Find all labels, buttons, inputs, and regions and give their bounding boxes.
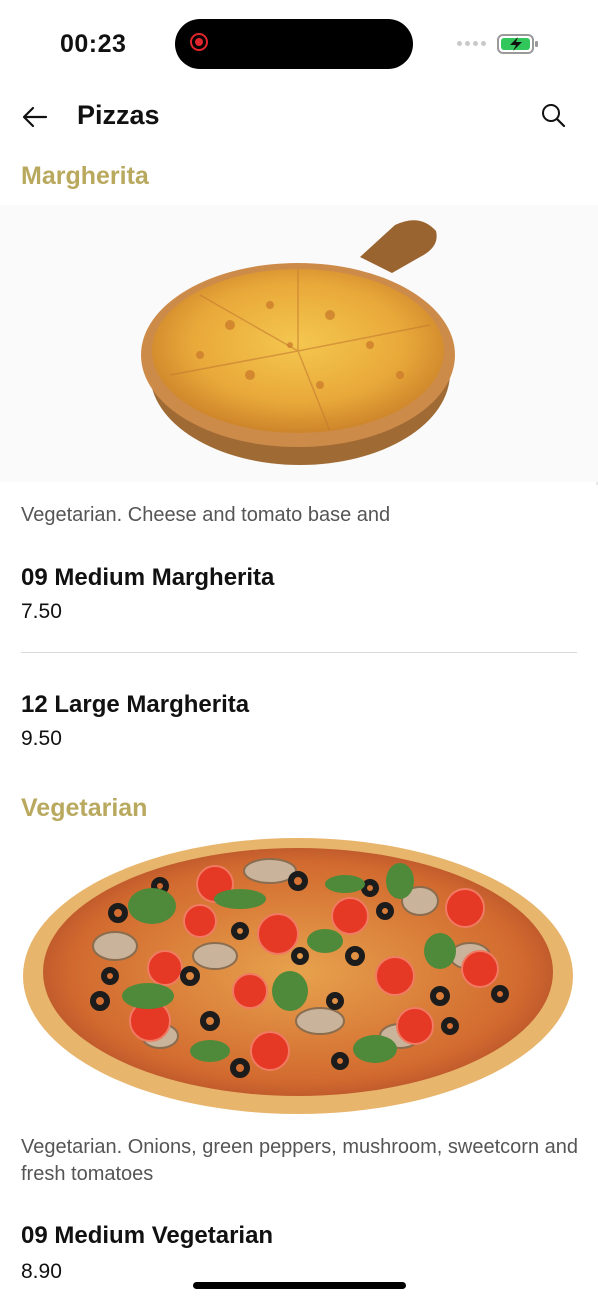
menu-item-price: 7.50	[21, 600, 62, 623]
section-title-margherita: Margherita	[21, 162, 149, 190]
menu-item-name[interactable]: 09 Medium Margherita	[21, 564, 274, 592]
search-icon[interactable]	[540, 102, 566, 128]
signal-icon	[457, 41, 486, 46]
menu-item-name[interactable]: 09 Medium Vegetarian	[21, 1222, 273, 1250]
margherita-description: Vegetarian. Cheese and tomato base and	[21, 504, 391, 526]
menu-item-price: 8.90	[21, 1260, 62, 1283]
page-title: Pizzas	[77, 100, 160, 130]
vegetarian-description: Vegetarian. Onions, green peppers, mushr…	[21, 1136, 578, 1185]
battery-charging-icon	[497, 34, 538, 54]
section-title-vegetarian: Vegetarian	[21, 794, 148, 822]
divider	[21, 652, 577, 653]
menu-item-price: 9.50	[21, 727, 62, 750]
top-app-bar: Pizzas	[0, 90, 598, 152]
menu-item-name[interactable]: 12 Large Margherita	[21, 691, 249, 719]
back-arrow-icon[interactable]	[20, 102, 50, 132]
margherita-image	[0, 205, 598, 482]
vegetarian-image	[0, 836, 598, 1116]
status-time: 00:23	[60, 30, 127, 58]
home-indicator[interactable]	[193, 1282, 406, 1289]
recording-icon	[190, 33, 208, 51]
status-bar: 00:23	[0, 0, 598, 90]
dynamic-island	[175, 19, 413, 69]
